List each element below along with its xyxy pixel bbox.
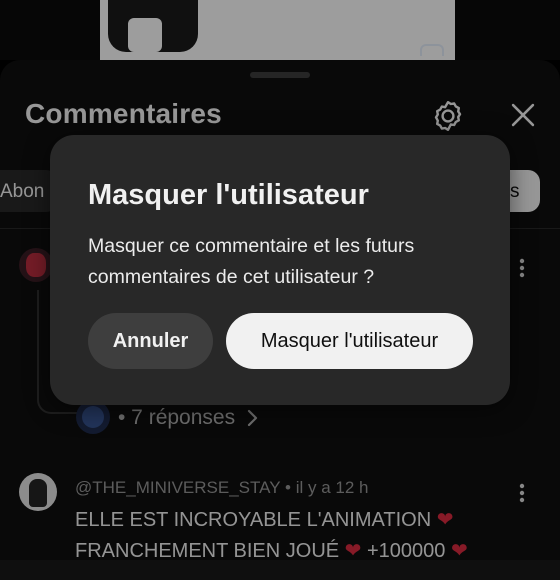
dialog-message: Masquer ce commentaire et les futurs com… <box>88 235 415 288</box>
hide-user-dialog: Masquer l'utilisateur Masquer ce comment… <box>50 135 510 405</box>
hide-user-button[interactable]: Masquer l'utilisateur <box>226 313 473 369</box>
dialog-title: Masquer l'utilisateur <box>88 179 369 211</box>
cancel-button[interactable]: Annuler <box>88 313 213 369</box>
